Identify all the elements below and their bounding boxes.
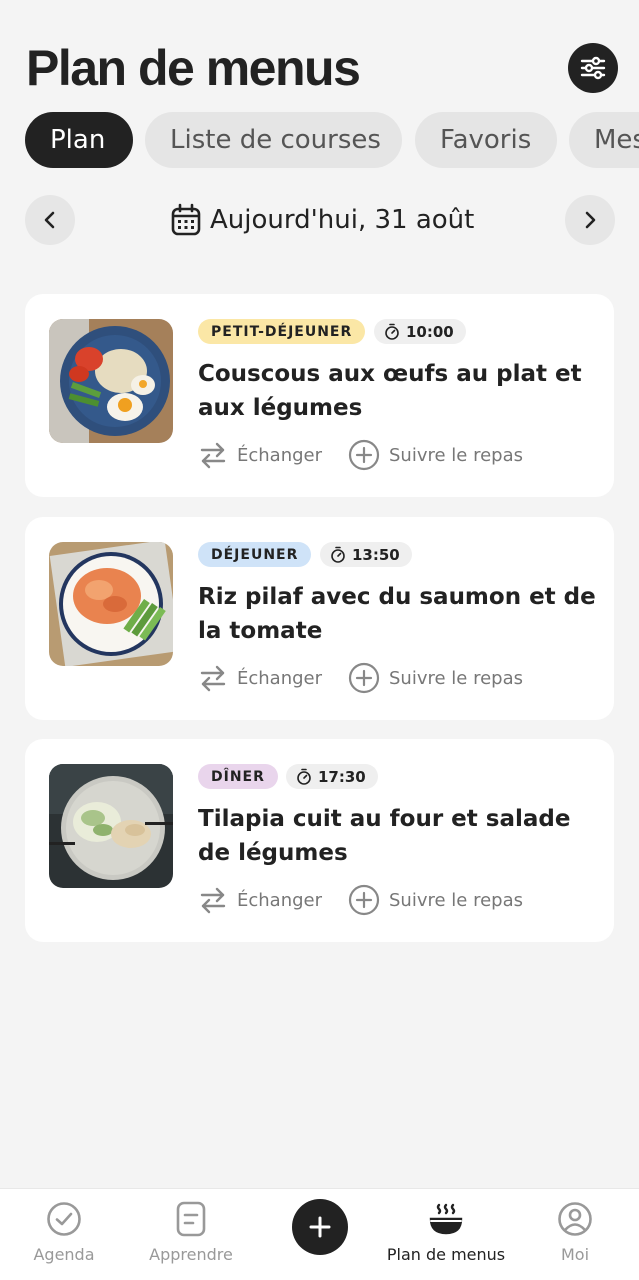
add-button[interactable] [292, 1199, 348, 1255]
check-circle-icon [44, 1199, 84, 1239]
nav-label: Agenda [33, 1245, 95, 1264]
next-day-button[interactable] [565, 195, 615, 245]
nav-label: Moi [560, 1245, 590, 1264]
header: Plan de menus [0, 0, 639, 110]
stopwatch-icon [297, 768, 311, 785]
plus-icon [309, 1216, 331, 1238]
sliders-icon [580, 56, 606, 80]
tab-shopping-list[interactable]: Liste de courses [145, 112, 402, 168]
date-label[interactable]: Aujourd'hui, 31 août [170, 195, 474, 245]
plus-circle-icon [348, 662, 380, 694]
tab-favorites[interactable]: Favoris [415, 112, 557, 168]
swap-arrows-icon [200, 442, 226, 469]
time-badge: 17:30 [286, 764, 378, 789]
meal-card-lunch[interactable]: DÉJEUNER 13:50 Riz pilaf avec du saumon … [25, 517, 614, 720]
date-text: Aujourd'hui, 31 août [210, 205, 475, 235]
bottom-nav: Agenda Apprendre Plan de menus Moi [0, 1188, 639, 1280]
time-badge: 13:50 [320, 542, 412, 567]
nav-meal-plan[interactable]: Plan de menus [386, 1199, 506, 1274]
meal-photo [49, 542, 173, 666]
meal-card-breakfast[interactable]: PETIT-DÉJEUNER 10:00 Couscous aux œufs a… [25, 294, 614, 497]
nav-learn[interactable]: Apprendre [131, 1199, 251, 1274]
page-title: Plan de menus [26, 40, 361, 96]
meal-photo [49, 764, 173, 888]
track-meal-button[interactable]: Suivre le repas [348, 660, 523, 696]
chevron-left-icon [44, 211, 55, 229]
meal-type-badge: DÉJEUNER [198, 542, 312, 567]
tab-mes[interactable]: Mes [569, 112, 639, 168]
date-navigator: Aujourd'hui, 31 août [0, 195, 639, 245]
track-meal-button[interactable]: Suivre le repas [348, 882, 523, 918]
meal-card-dinner[interactable]: DÎNER 17:30 Tilapia cuit au four et sala… [25, 739, 614, 942]
nav-label: Plan de menus [386, 1245, 506, 1264]
meal-time: 13:50 [352, 545, 400, 564]
chevron-right-icon [585, 211, 596, 229]
meal-type-badge: DÎNER [198, 764, 278, 789]
stopwatch-icon [331, 546, 345, 563]
tab-plan[interactable]: Plan [25, 112, 133, 168]
nav-me[interactable]: Moi [515, 1199, 635, 1274]
swap-arrows-icon [200, 887, 226, 914]
nav-agenda[interactable]: Agenda [4, 1199, 124, 1274]
time-badge: 10:00 [374, 319, 466, 344]
swap-button[interactable]: Échanger [198, 660, 322, 696]
meal-title: Couscous aux œufs au plat et aux légumes [198, 361, 582, 421]
swap-arrows-icon [200, 665, 226, 692]
meal-type-badge: PETIT-DÉJEUNER [198, 319, 366, 344]
meal-title: Riz pilaf avec du saumon et de la tomate [198, 584, 596, 644]
bowl-icon [426, 1199, 466, 1239]
stopwatch-icon [385, 323, 399, 340]
tab-bar: Plan Liste de courses Favoris Mes [0, 112, 639, 168]
meal-photo [49, 319, 173, 443]
meal-time: 10:00 [406, 322, 454, 341]
meal-title: Tilapia cuit au four et salade de légume… [198, 806, 571, 866]
plus-circle-icon [348, 439, 380, 471]
previous-day-button[interactable] [25, 195, 75, 245]
nav-label: Apprendre [149, 1245, 233, 1264]
swap-button[interactable]: Échanger [198, 437, 322, 473]
filter-button[interactable] [568, 43, 618, 93]
plus-circle-icon [348, 884, 380, 916]
document-icon [171, 1199, 211, 1239]
track-meal-button[interactable]: Suivre le repas [348, 437, 523, 473]
swap-button[interactable]: Échanger [198, 882, 322, 918]
user-icon [555, 1199, 595, 1239]
calendar-icon [171, 203, 201, 236]
meal-time: 17:30 [318, 767, 366, 786]
